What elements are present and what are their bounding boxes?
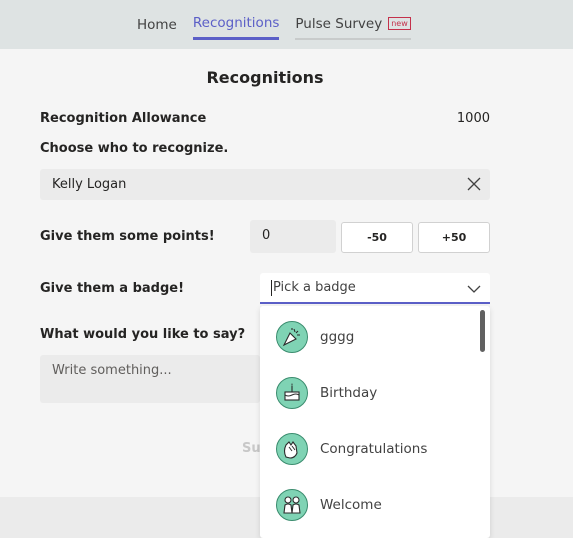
- party-popper-icon: [276, 321, 308, 353]
- allowance-value: 1000: [456, 111, 490, 126]
- allowance-label: Recognition Allowance: [40, 111, 207, 126]
- recipient-value: Kelly Logan: [52, 177, 127, 192]
- badge-option-congratulations[interactable]: Congratulations: [260, 421, 484, 477]
- badge-option-label: Congratulations: [320, 441, 428, 457]
- badge-option-label: Birthday: [320, 385, 378, 401]
- badge-select-placeholder: Pick a badge: [273, 280, 356, 295]
- plus-50-button[interactable]: +50: [418, 222, 490, 253]
- nav-tabs: Home Recognitions Pulse Survey new: [137, 15, 411, 40]
- badge-option-gggg[interactable]: gggg: [260, 309, 484, 365]
- badge-select[interactable]: Pick a badge: [260, 273, 490, 304]
- badge-label: Give them a badge!: [40, 281, 185, 296]
- points-value: 0: [262, 228, 271, 243]
- badge-option-label: gggg: [320, 329, 355, 345]
- tab-home-label: Home: [137, 16, 177, 33]
- tab-recognitions-label: Recognitions: [192, 15, 280, 31]
- birthday-cake-icon: [276, 377, 308, 409]
- text-cursor: [271, 279, 272, 296]
- points-input[interactable]: 0: [250, 220, 336, 253]
- chevron-down-icon[interactable]: [467, 283, 481, 293]
- close-icon[interactable]: [467, 177, 481, 191]
- badge-option-birthday[interactable]: Birthday: [260, 365, 484, 421]
- points-label: Give them some points!: [40, 229, 215, 244]
- new-badge: new: [388, 17, 411, 30]
- tab-pulse-survey[interactable]: Pulse Survey new: [295, 15, 411, 40]
- choose-recipient-label: Choose who to recognize.: [40, 141, 229, 156]
- recipient-field[interactable]: Kelly Logan: [40, 169, 490, 200]
- badge-dropdown-list: gggg Birthday Congratulations Welcome: [260, 306, 490, 538]
- welcome-people-icon: [276, 489, 308, 521]
- message-label: What would you like to say?: [40, 327, 246, 342]
- tab-pulse-survey-label: Pulse Survey: [295, 15, 383, 32]
- badge-option-label: Welcome: [320, 497, 382, 513]
- page-title: Recognitions: [206, 68, 324, 87]
- message-placeholder: Write something...: [52, 363, 172, 378]
- message-textarea[interactable]: Write something...: [40, 355, 260, 403]
- tab-home[interactable]: Home: [137, 15, 177, 40]
- tab-recognitions[interactable]: Recognitions: [192, 15, 280, 40]
- minus-50-button[interactable]: -50: [341, 222, 413, 253]
- badge-option-welcome[interactable]: Welcome: [260, 477, 484, 533]
- clapping-hands-icon: [276, 433, 308, 465]
- top-navigation-bar: Home Recognitions Pulse Survey new: [0, 0, 573, 49]
